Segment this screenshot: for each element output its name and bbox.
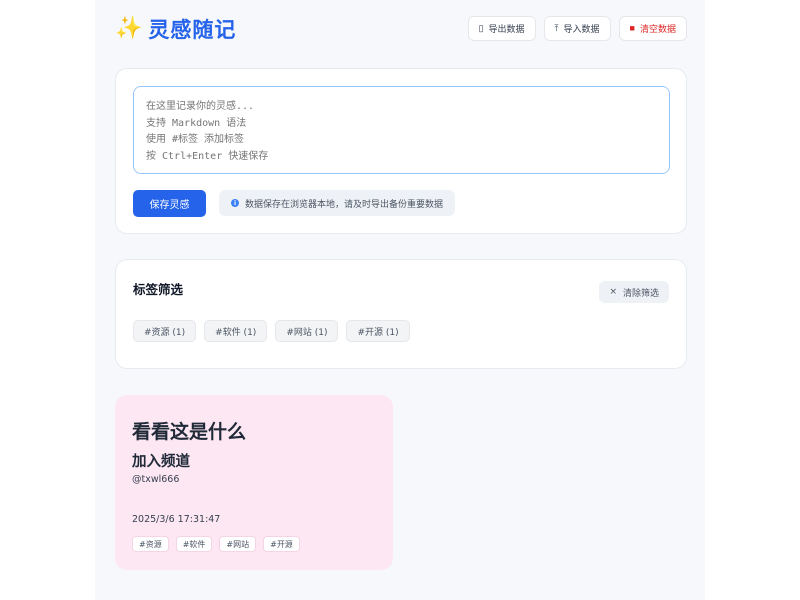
app-page: ✨ 灵感随记 ▯ 导出数据 ⤒ 导入数据 ■ 清空数据 保存灵感 i 数据保存在… — [95, 0, 705, 600]
app-logo: ✨ 灵感随记 — [115, 14, 236, 44]
tag-list: #资源 (1) #软件 (1) #网站 (1) #开源 (1) — [133, 320, 410, 342]
clear-filter-button[interactable]: × 清除筛选 — [599, 281, 669, 303]
save-button[interactable]: 保存灵感 — [133, 190, 206, 217]
import-button[interactable]: ⤒ 导入数据 — [543, 16, 611, 41]
note-subheading: 加入频道 — [132, 454, 190, 470]
clear-data-label: 清空数据 — [639, 24, 676, 34]
note-card[interactable]: 看看这是什么 加入频道 @txwl666 2025/3/6 17:31:47 #… — [115, 395, 393, 570]
app-title: 灵感随记 — [148, 18, 237, 42]
app-header: ✨ 灵感随记 ▯ 导出数据 ⤒ 导入数据 ■ 清空数据 — [115, 14, 687, 44]
trash-icon: ■ — [629, 23, 635, 33]
import-label: 导入数据 — [563, 24, 600, 34]
note-heading: 看看这是什么 — [132, 421, 247, 443]
clear-filter-label: 清除筛选 — [622, 288, 659, 299]
editor-card: 保存灵感 i 数据保存在浏览器本地，请及时导出备份重要数据 — [115, 68, 687, 234]
close-icon: × — [609, 287, 617, 297]
info-icon: i — [231, 199, 239, 207]
sparkles-icon: ✨ — [115, 16, 143, 41]
filter-title: 标签筛选 — [133, 282, 184, 297]
note-tag[interactable]: #网站 — [219, 536, 257, 552]
clear-data-button[interactable]: ■ 清空数据 — [618, 16, 687, 41]
note-text: @txwl666 — [132, 474, 180, 485]
import-icon: ⤒ — [554, 23, 559, 33]
tag-filter-card: 标签筛选 × 清除筛选 #资源 (1) #软件 (1) #网站 (1) #开源 … — [115, 259, 687, 369]
note-tag[interactable]: #软件 — [175, 536, 213, 552]
note-tag[interactable]: #开源 — [263, 536, 300, 552]
export-button[interactable]: ▯ 导出数据 — [467, 16, 536, 41]
notice-text: 数据保存在浏览器本地，请及时导出备份重要数据 — [245, 199, 444, 210]
header-actions: ▯ 导出数据 ⤒ 导入数据 ■ 清空数据 — [467, 16, 687, 41]
tag-filter-software[interactable]: #软件 (1) — [204, 320, 268, 342]
tag-filter-opensource[interactable]: #开源 (1) — [346, 320, 410, 342]
tag-filter-website[interactable]: #网站 (1) — [275, 320, 339, 342]
note-tag[interactable]: #资源 — [132, 536, 169, 552]
storage-notice: i 数据保存在浏览器本地，请及时导出备份重要数据 — [219, 190, 456, 216]
note-input[interactable] — [133, 86, 670, 174]
note-tags: #资源 #软件 #网站 #开源 — [132, 536, 300, 552]
export-icon: ▯ — [478, 23, 484, 33]
tag-filter-resource[interactable]: #资源 (1) — [133, 320, 197, 342]
note-timestamp: 2025/3/6 17:31:47 — [132, 514, 221, 525]
export-label: 导出数据 — [488, 24, 525, 34]
